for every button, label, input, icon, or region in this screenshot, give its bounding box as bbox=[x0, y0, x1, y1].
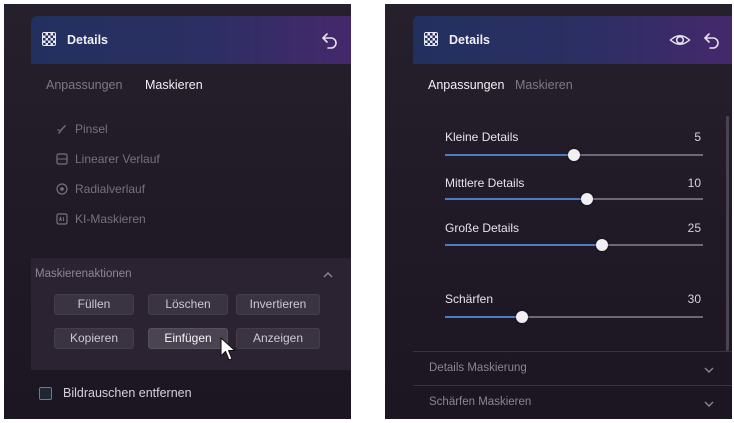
ai-mask-icon bbox=[56, 213, 68, 225]
slider-fill bbox=[445, 154, 574, 156]
slider-value: 25 bbox=[687, 221, 701, 235]
denoise-checkbox[interactable] bbox=[39, 387, 52, 400]
slider-track[interactable] bbox=[445, 311, 703, 323]
denoise-checkbox-label: Bildrauschen entfernen bbox=[63, 386, 192, 400]
slider-label: Kleine Details bbox=[445, 130, 519, 144]
scrollbar[interactable] bbox=[726, 116, 729, 351]
slider-track[interactable] bbox=[445, 193, 703, 205]
slider-fill bbox=[445, 198, 587, 200]
tab-adjustments[interactable]: Anpassungen bbox=[46, 78, 122, 92]
details-panel-adjustments: Details Anpassungen Maskieren Kleine Det… bbox=[385, 4, 732, 419]
panel-header: Details bbox=[31, 16, 351, 64]
slider-fill bbox=[445, 244, 603, 246]
slider-track[interactable] bbox=[445, 239, 703, 251]
slider-label: Mittlere Details bbox=[445, 176, 525, 190]
slider-track[interactable] bbox=[445, 149, 703, 161]
slider-value: 5 bbox=[694, 130, 701, 144]
chevron-down-icon[interactable] bbox=[703, 365, 715, 375]
fill-button[interactable]: Füllen bbox=[54, 294, 134, 315]
slider-label: Große Details bbox=[445, 221, 520, 235]
details-icon bbox=[424, 32, 438, 46]
slider-handle[interactable] bbox=[580, 193, 593, 205]
chevron-up-icon[interactable] bbox=[322, 270, 334, 280]
slider-fill bbox=[445, 316, 523, 318]
delete-button[interactable]: Löschen bbox=[148, 294, 228, 315]
paste-button[interactable]: Einfügen bbox=[148, 328, 228, 349]
slider-value: 30 bbox=[687, 292, 701, 306]
section-label: Details Maskierung bbox=[429, 362, 527, 374]
section-title: Maskierenaktionen bbox=[35, 268, 132, 280]
undo-icon[interactable] bbox=[702, 30, 722, 50]
brush-icon bbox=[57, 125, 66, 134]
tab-masking[interactable]: Maskieren bbox=[145, 78, 203, 92]
mask-tool-label: Radialverlauf bbox=[75, 182, 146, 196]
mask-actions-section: Maskierenaktionen Füllen Löschen Inverti… bbox=[31, 258, 351, 370]
invert-button[interactable]: Invertieren bbox=[236, 294, 320, 315]
panel-title: Details bbox=[449, 33, 490, 47]
details-icon bbox=[42, 32, 56, 46]
undo-icon[interactable] bbox=[320, 30, 340, 50]
slider-handle[interactable] bbox=[596, 239, 609, 251]
chevron-down-icon[interactable] bbox=[703, 399, 715, 409]
mask-tool-label: Linearer Verlauf bbox=[75, 152, 160, 166]
mask-tool-label: KI-Maskieren bbox=[75, 212, 146, 226]
slider-value: 10 bbox=[687, 176, 701, 190]
details-masking-section[interactable]: Details Maskierung bbox=[413, 351, 732, 385]
details-panel-masking: Details Anpassungen Maskieren Pinsel Lin… bbox=[4, 4, 351, 419]
show-button[interactable]: Anzeigen bbox=[236, 328, 320, 349]
linear-gradient-icon bbox=[56, 153, 68, 165]
slider-handle[interactable] bbox=[568, 149, 580, 161]
sharpen-masking-section[interactable]: Schärfen Maskieren bbox=[413, 385, 732, 419]
panel-title: Details bbox=[67, 33, 108, 47]
tab-masking[interactable]: Maskieren bbox=[515, 78, 573, 92]
copy-button[interactable]: Kopieren bbox=[54, 328, 134, 349]
section-label: Schärfen Maskieren bbox=[429, 396, 532, 408]
mouse-cursor-icon bbox=[220, 337, 236, 361]
eye-icon[interactable] bbox=[669, 30, 691, 50]
radial-gradient-icon bbox=[56, 183, 68, 195]
slider-handle[interactable] bbox=[516, 311, 529, 323]
slider-label: Schärfen bbox=[445, 292, 494, 306]
tab-adjustments[interactable]: Anpassungen bbox=[428, 78, 504, 92]
mask-tool-label: Pinsel bbox=[75, 122, 108, 136]
panel-header: Details bbox=[413, 16, 732, 64]
